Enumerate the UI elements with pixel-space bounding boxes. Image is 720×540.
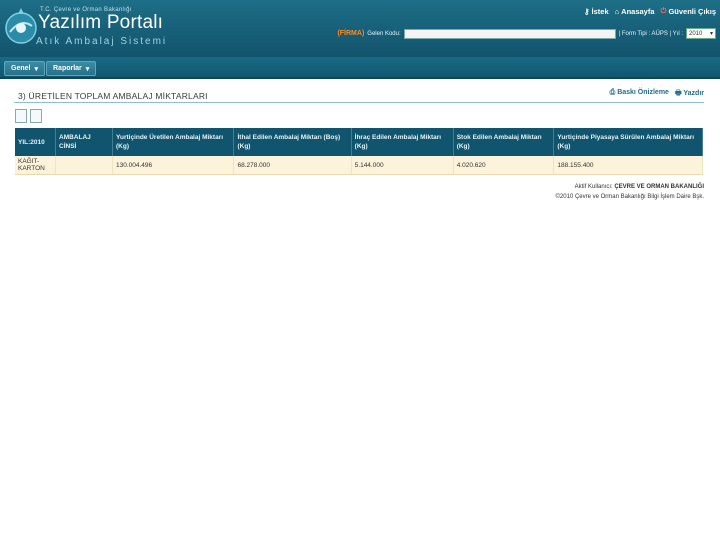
pdf-export-icon[interactable]	[15, 109, 27, 123]
table-cell: 68.278.000	[233, 156, 352, 175]
request-link[interactable]: ⚷ İstek	[584, 6, 609, 16]
power-icon: ⏻	[660, 6, 667, 15]
printer-icon: 🖶	[674, 90, 682, 97]
menu-bar: Genel ▾ Raporlar ▾	[0, 57, 720, 79]
logout-link[interactable]: ⏻ Güvenli Çıkış	[661, 6, 716, 16]
preview-icon: ⎙	[609, 89, 616, 96]
footer-note: Aktif Kullanıcı: ÇEVRE VE ORMAN BAKANLIĞ…	[556, 182, 704, 202]
chevron-down-icon: ▾	[85, 65, 90, 73]
excel-export-icon[interactable]	[30, 109, 42, 123]
form-type-label: | Form Tipi : AÜPS | Yıl :	[618, 30, 683, 37]
column-header: AMBALAJ CİNSİ	[55, 128, 113, 156]
cu-label: Gelen Kodu:	[367, 30, 401, 37]
menu-reports[interactable]: Raporlar ▾	[46, 61, 97, 76]
year-select[interactable]: 2010 ▾	[686, 28, 716, 39]
column-header: İhraç Edilen Ambalaj Miktarı (Kg)	[351, 128, 454, 156]
active-user-line: Aktif Kullanıcı: ÇEVRE VE ORMAN BAKANLIĞ…	[574, 184, 704, 190]
home-icon: ⌂	[614, 6, 620, 16]
cu-field	[403, 28, 616, 39]
table-cell: KAĞIT-KARTON	[15, 156, 56, 175]
copyright-line: ©2010 Çevre ve Orman Bakanlığı Bilgi İşl…	[555, 194, 704, 200]
menu-general[interactable]: Genel ▾	[4, 61, 45, 76]
table-cell: 130.004.496	[112, 156, 235, 175]
page-title: 3) ÜRETİLEN TOPLAM AMBALAJ MİKTARLARI	[18, 91, 208, 101]
app-header: T.C. Çevre ve Orman Bakanlığı Yazılım Po…	[0, 0, 720, 57]
info-bar: (FİRMA) Gelen Kodu: | Form Tipi : AÜPS |…	[337, 28, 716, 39]
table-cell: 4.020.620	[453, 156, 555, 175]
column-header: YIL:2010	[15, 128, 56, 156]
home-link[interactable]: ⌂ Anasayfa	[615, 6, 655, 16]
title-divider	[14, 102, 704, 103]
table-row: KAĞIT-KARTON 130.004.496 68.278.000 5.14…	[15, 156, 703, 175]
print-button[interactable]: 🖶 Yazdır	[675, 89, 704, 100]
column-header: Yurtiçinde Piyasaya Sürülen Ambalaj Mikt…	[553, 128, 703, 156]
export-tools	[15, 109, 42, 123]
table-cell	[55, 156, 113, 175]
table-header-row: YIL:2010 AMBALAJ CİNSİ Yurtiçinde Üretil…	[15, 128, 703, 156]
portal-subtitle: Atık Ambalaj Sistemi	[36, 36, 168, 47]
chevron-down-icon: ▾	[34, 65, 38, 73]
firm-name: (FİRMA)	[337, 30, 365, 37]
column-header: Yurtiçinde Üretilen Ambalaj Miktarı (Kg)	[112, 128, 235, 156]
key-icon: ⚷	[584, 6, 590, 16]
portal-title: Yazılım Portalı	[38, 12, 164, 33]
page-actions: ⎙ Baskı Önizleme 🖶 Yazdır	[610, 89, 704, 100]
top-links: ⚷ İstek ⌂ Anasayfa ⏻ Güvenli Çıkış	[584, 6, 716, 16]
ministry-logo	[5, 8, 37, 44]
column-header: Stok Edilen Ambalaj Miktarı (Kg)	[453, 128, 555, 156]
report-table: YIL:2010 AMBALAJ CİNSİ Yurtiçinde Üretil…	[15, 128, 703, 175]
column-header: İthal Edilen Ambalaj Miktarı (Boş) (Kg)	[233, 128, 352, 156]
table-cell: 5.144.000	[351, 156, 454, 175]
table-cell: 188.155.400	[553, 156, 703, 175]
chevron-down-icon: ▾	[709, 31, 713, 37]
print-preview-button[interactable]: ⎙ Baskı Önizleme	[610, 89, 669, 100]
